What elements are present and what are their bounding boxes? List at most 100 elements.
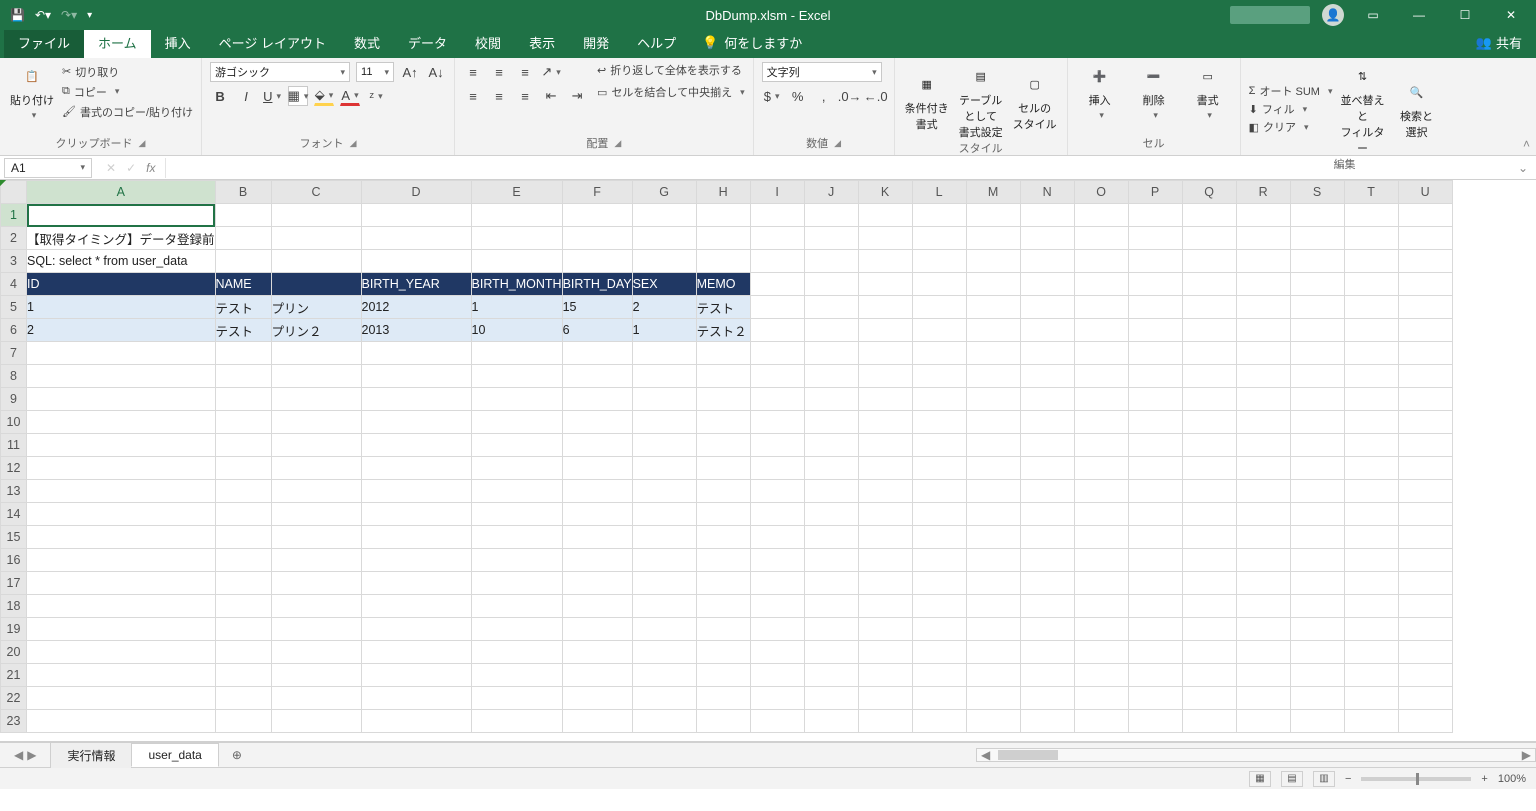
cell-T13[interactable] (1344, 480, 1398, 503)
align-center-icon[interactable]: ≡ (489, 86, 509, 106)
cell-A7[interactable] (27, 342, 216, 365)
col-header-F[interactable]: F (562, 181, 632, 204)
copy-button[interactable]: ⧉コピー▾ (62, 84, 193, 100)
cell-K18[interactable] (858, 595, 912, 618)
align-left-icon[interactable]: ≡ (463, 86, 483, 106)
cell-G14[interactable] (632, 503, 696, 526)
cell-K3[interactable] (858, 250, 912, 273)
align-bottom-icon[interactable]: ≡ (515, 62, 535, 82)
fill-button[interactable]: ⬇フィル▾ (1249, 101, 1333, 117)
row-header-22[interactable]: 22 (1, 687, 27, 710)
row-header-13[interactable]: 13 (1, 480, 27, 503)
format-as-table-button[interactable]: ▤テーブルとして 書式設定 (957, 62, 1005, 140)
dialog-launcher-icon[interactable]: ◢ (834, 138, 841, 149)
cell-K13[interactable] (858, 480, 912, 503)
cell-E7[interactable] (471, 342, 562, 365)
cell-P11[interactable] (1128, 434, 1182, 457)
cell-M4[interactable] (966, 273, 1020, 296)
cell-N8[interactable] (1020, 365, 1074, 388)
cell-R4[interactable] (1236, 273, 1290, 296)
col-header-A[interactable]: A (27, 181, 216, 204)
cell-D22[interactable] (361, 687, 471, 710)
cell-H20[interactable] (696, 641, 750, 664)
cell-C19[interactable] (271, 618, 361, 641)
cell-C5[interactable]: プリン (271, 296, 361, 319)
row-header-18[interactable]: 18 (1, 595, 27, 618)
cell-S12[interactable] (1290, 457, 1344, 480)
cell-J7[interactable] (804, 342, 858, 365)
cell-Q2[interactable] (1182, 227, 1236, 250)
cell-F2[interactable] (562, 227, 632, 250)
cell-F3[interactable] (562, 250, 632, 273)
cell-N23[interactable] (1020, 710, 1074, 733)
cell-N17[interactable] (1020, 572, 1074, 595)
cell-Q16[interactable] (1182, 549, 1236, 572)
cell-B18[interactable] (215, 595, 271, 618)
bold-button[interactable]: B (210, 86, 230, 106)
cell-G19[interactable] (632, 618, 696, 641)
cell-J14[interactable] (804, 503, 858, 526)
insert-cells-button[interactable]: ➕挿入▾ (1076, 62, 1124, 121)
cell-A18[interactable] (27, 595, 216, 618)
tab-pagelayout[interactable]: ページ レイアウト (205, 27, 340, 58)
merge-center-button[interactable]: ▭セルを結合して中央揃え▾ (597, 84, 745, 100)
cell-B1[interactable] (215, 204, 271, 227)
font-color-button[interactable]: A▾ (340, 86, 360, 106)
cell-Q3[interactable] (1182, 250, 1236, 273)
cell-G2[interactable] (632, 227, 696, 250)
cell-C10[interactable] (271, 411, 361, 434)
cell-B17[interactable] (215, 572, 271, 595)
cell-T8[interactable] (1344, 365, 1398, 388)
cell-T3[interactable] (1344, 250, 1398, 273)
cell-Q6[interactable] (1182, 319, 1236, 342)
row-header-16[interactable]: 16 (1, 549, 27, 572)
cell-H21[interactable] (696, 664, 750, 687)
cell-B11[interactable] (215, 434, 271, 457)
cell-Q19[interactable] (1182, 618, 1236, 641)
cell-J9[interactable] (804, 388, 858, 411)
cell-T22[interactable] (1344, 687, 1398, 710)
cell-G18[interactable] (632, 595, 696, 618)
col-header-T[interactable]: T (1344, 181, 1398, 204)
account-icon[interactable]: 👤 (1322, 4, 1344, 26)
cell-S2[interactable] (1290, 227, 1344, 250)
cell-C8[interactable] (271, 365, 361, 388)
cell-Q23[interactable] (1182, 710, 1236, 733)
cell-I22[interactable] (750, 687, 804, 710)
cell-I9[interactable] (750, 388, 804, 411)
cell-P21[interactable] (1128, 664, 1182, 687)
cell-L19[interactable] (912, 618, 966, 641)
maximize-button[interactable]: ☐ (1448, 0, 1482, 30)
cell-C11[interactable] (271, 434, 361, 457)
cell-S1[interactable] (1290, 204, 1344, 227)
cell-E6[interactable]: 10 (471, 319, 562, 342)
cell-B10[interactable] (215, 411, 271, 434)
cell-S4[interactable] (1290, 273, 1344, 296)
cell-C14[interactable] (271, 503, 361, 526)
cell-H17[interactable] (696, 572, 750, 595)
cell-U3[interactable] (1398, 250, 1452, 273)
cell-C12[interactable] (271, 457, 361, 480)
cell-S18[interactable] (1290, 595, 1344, 618)
cell-J20[interactable] (804, 641, 858, 664)
row-header-12[interactable]: 12 (1, 457, 27, 480)
cell-C22[interactable] (271, 687, 361, 710)
cell-A4[interactable]: ID (27, 273, 216, 296)
cell-R5[interactable] (1236, 296, 1290, 319)
decrease-font-icon[interactable]: A↓ (426, 62, 446, 82)
col-header-N[interactable]: N (1020, 181, 1074, 204)
cell-O14[interactable] (1074, 503, 1128, 526)
cell-A15[interactable] (27, 526, 216, 549)
cell-Q15[interactable] (1182, 526, 1236, 549)
format-cells-button[interactable]: ▭書式▾ (1184, 62, 1232, 121)
col-header-L[interactable]: L (912, 181, 966, 204)
dialog-launcher-icon[interactable]: ◢ (614, 138, 621, 149)
cell-A23[interactable] (27, 710, 216, 733)
cell-C20[interactable] (271, 641, 361, 664)
cell-F13[interactable] (562, 480, 632, 503)
cell-B9[interactable] (215, 388, 271, 411)
cell-N2[interactable] (1020, 227, 1074, 250)
cell-F16[interactable] (562, 549, 632, 572)
minimize-button[interactable]: — (1402, 0, 1436, 30)
cell-L3[interactable] (912, 250, 966, 273)
